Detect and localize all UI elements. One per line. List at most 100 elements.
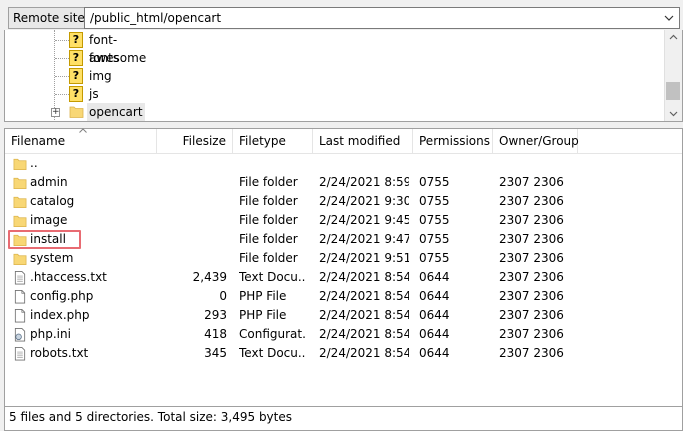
text-file-icon bbox=[14, 347, 26, 361]
tree-item-label: opencart bbox=[87, 103, 145, 121]
column-header-last-modified[interactable]: Last modified bbox=[313, 129, 413, 153]
file-name: .. bbox=[30, 156, 38, 170]
table-row[interactable]: admin File folder 2/24/2021 8:59:... 0755 23… bbox=[5, 173, 682, 192]
tree-item-opencart[interactable]: + opencart bbox=[5, 103, 145, 121]
file-owner-group: 2307 2306 bbox=[499, 346, 564, 360]
table-row[interactable]: image File folder 2/24/2021 9:45:... 0755 23… bbox=[5, 211, 682, 230]
table-row[interactable]: .. bbox=[5, 154, 682, 173]
file-modified: 2/24/2021 8:54:... bbox=[319, 327, 409, 341]
column-header-filename[interactable]: Filename bbox=[5, 128, 157, 153]
file-name: image bbox=[30, 213, 68, 227]
file-permissions: 0755 bbox=[419, 194, 450, 208]
column-label: Permissions bbox=[419, 134, 490, 148]
folder-icon bbox=[13, 196, 27, 208]
file-permissions: 0755 bbox=[419, 175, 450, 189]
folder-icon bbox=[13, 158, 27, 170]
file-type: File folder bbox=[239, 232, 298, 246]
file-modified: 2/24/2021 8:54:... bbox=[319, 308, 409, 322]
file-owner-group: 2307 2306 bbox=[499, 270, 564, 284]
folder-icon bbox=[13, 215, 27, 227]
remote-file-list[interactable]: Filename Filesize Filetype Last modified… bbox=[4, 128, 683, 407]
file-permissions: 0755 bbox=[419, 232, 450, 246]
file-name: system bbox=[30, 251, 74, 265]
tree-item-label: js bbox=[89, 87, 99, 101]
tree-vertical-scrollbar[interactable] bbox=[664, 30, 682, 121]
file-permissions: 0644 bbox=[419, 289, 450, 303]
file-modified: 2/24/2021 9:30:... bbox=[319, 194, 409, 208]
file-name: index.php bbox=[30, 308, 90, 322]
column-header-permissions[interactable]: Permissions bbox=[413, 129, 493, 153]
question-folder-icon: ? bbox=[69, 68, 83, 84]
table-row[interactable]: robots.txt 345 Text Docu... 2/24/2021 8:54:… bbox=[5, 344, 682, 363]
question-folder-icon: ? bbox=[69, 86, 83, 102]
folder-icon bbox=[13, 177, 27, 189]
question-folder-icon: ? bbox=[69, 32, 83, 48]
file-modified: 2/24/2021 8:54:... bbox=[319, 289, 409, 303]
tree-connector bbox=[55, 76, 69, 78]
table-row[interactable]: index.php 293 PHP File 2/24/2021 8:54:... 06… bbox=[5, 306, 682, 325]
column-label: Filetype bbox=[239, 134, 286, 148]
file-name: config.php bbox=[30, 289, 94, 303]
file-type: Configurat... bbox=[239, 327, 305, 341]
column-label: Owner/Group bbox=[499, 134, 579, 148]
file-size: 0 bbox=[219, 289, 227, 303]
table-row[interactable]: config.php 0 PHP File 2/24/2021 8:54:... 064… bbox=[5, 287, 682, 306]
table-row[interactable]: .htaccess.txt 2,439 Text Docu... 2/24/2021 … bbox=[5, 268, 682, 287]
file-owner-group: 2307 2306 bbox=[499, 251, 564, 265]
table-row[interactable]: installFile folder2/24/2021 9:47:...0755… bbox=[5, 230, 682, 249]
column-header-owner-group[interactable]: Owner/Group bbox=[493, 129, 579, 153]
table-row[interactable]: system File folder 2/24/2021 9:51:... 0755 2… bbox=[5, 249, 682, 268]
file-modified: 2/24/2021 9:47:... bbox=[319, 232, 409, 246]
file-permissions: 0644 bbox=[419, 327, 450, 341]
file-type: Text Docu... bbox=[239, 270, 305, 284]
file-name: .htaccess.txt bbox=[30, 270, 107, 284]
tree-connector bbox=[55, 94, 69, 96]
file-permissions: 0644 bbox=[419, 308, 450, 322]
text-file-icon bbox=[14, 271, 26, 285]
config-file-icon bbox=[14, 328, 26, 342]
file-owner-group: 2307 2306 bbox=[499, 289, 564, 303]
file-modified: 2/24/2021 8:54:... bbox=[319, 346, 409, 360]
status-bar: 5 files and 5 directories. Total size: 3… bbox=[4, 407, 683, 431]
file-name: robots.txt bbox=[30, 346, 89, 360]
expand-plus-icon[interactable]: + bbox=[51, 108, 60, 117]
column-label: Filename bbox=[11, 134, 66, 148]
tree-item-label: img bbox=[89, 69, 112, 83]
file-size: 2,439 bbox=[192, 270, 227, 284]
folder-icon bbox=[69, 106, 84, 118]
scrollbar-thumb[interactable] bbox=[666, 82, 680, 100]
remote-site-label: Remote site: bbox=[8, 7, 94, 29]
file-permissions: 0644 bbox=[419, 270, 450, 284]
question-folder-icon: ? bbox=[69, 50, 83, 66]
tree-item-label: fonts bbox=[89, 51, 120, 65]
file-permissions: 0755 bbox=[419, 251, 450, 265]
tree-connector bbox=[55, 40, 69, 42]
file-owner-group: 2307 2306 bbox=[499, 213, 564, 227]
file-modified: 2/24/2021 9:51:... bbox=[319, 251, 409, 265]
file-type: File folder bbox=[239, 213, 298, 227]
scroll-down-arrow-icon[interactable] bbox=[669, 109, 678, 118]
remote-site-bar: Remote site: /public_html/opencart bbox=[0, 0, 683, 34]
file-owner-group: 2307 2306 bbox=[499, 194, 564, 208]
file-name: admin bbox=[30, 175, 68, 189]
file-name: catalog bbox=[30, 194, 75, 208]
remote-path-input[interactable]: /public_html/opencart bbox=[90, 11, 221, 25]
file-type: PHP File bbox=[239, 308, 287, 322]
column-header-filetype[interactable]: Filetype bbox=[233, 129, 313, 153]
file-size: 345 bbox=[204, 346, 227, 360]
scroll-up-arrow-icon[interactable] bbox=[669, 33, 678, 42]
column-header-filesize[interactable]: Filesize bbox=[157, 129, 233, 153]
table-row[interactable]: php.ini 418 Configurat... 2/24/2021 8:54:..… bbox=[5, 325, 682, 344]
table-row[interactable]: catalog File folder 2/24/2021 9:30:... 0755… bbox=[5, 192, 682, 211]
file-owner-group: 2307 2306 bbox=[499, 308, 564, 322]
file-modified: 2/24/2021 8:54:... bbox=[319, 270, 409, 284]
chevron-down-icon[interactable] bbox=[662, 11, 676, 25]
remote-directory-tree[interactable]: ? font-awesome ? fonts ? img ? js + open… bbox=[4, 30, 683, 122]
file-modified: 2/24/2021 9:45:... bbox=[319, 213, 409, 227]
file-type: File folder bbox=[239, 175, 298, 189]
folder-icon bbox=[13, 253, 27, 265]
list-header: Filename Filesize Filetype Last modified… bbox=[5, 128, 682, 154]
remote-path-combobox[interactable]: /public_html/opencart bbox=[84, 7, 680, 29]
file-size: 418 bbox=[204, 327, 227, 341]
file-type: PHP File bbox=[239, 289, 287, 303]
